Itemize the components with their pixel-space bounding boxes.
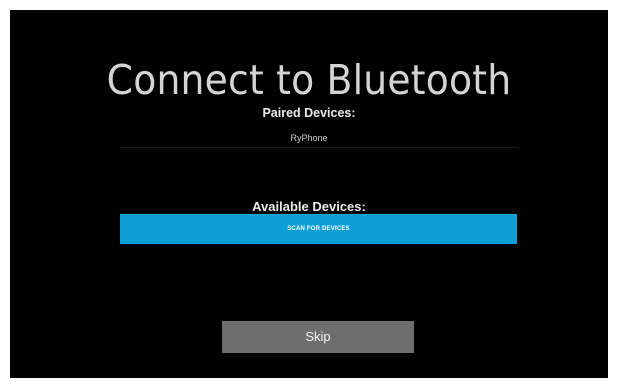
bluetooth-connect-screen: Connect to Bluetooth Paired Devices: RyP… [10,10,608,378]
list-divider [120,147,518,148]
skip-button[interactable]: Skip [222,321,414,353]
paired-devices-heading: Paired Devices: [262,106,356,120]
page-title: Connect to Bluetooth [106,56,512,104]
paired-device-item[interactable]: RyPhone [10,132,608,144]
scan-for-devices-button[interactable]: SCAN FOR DEVICES [120,214,517,244]
available-devices-heading: Available Devices: [252,199,366,214]
